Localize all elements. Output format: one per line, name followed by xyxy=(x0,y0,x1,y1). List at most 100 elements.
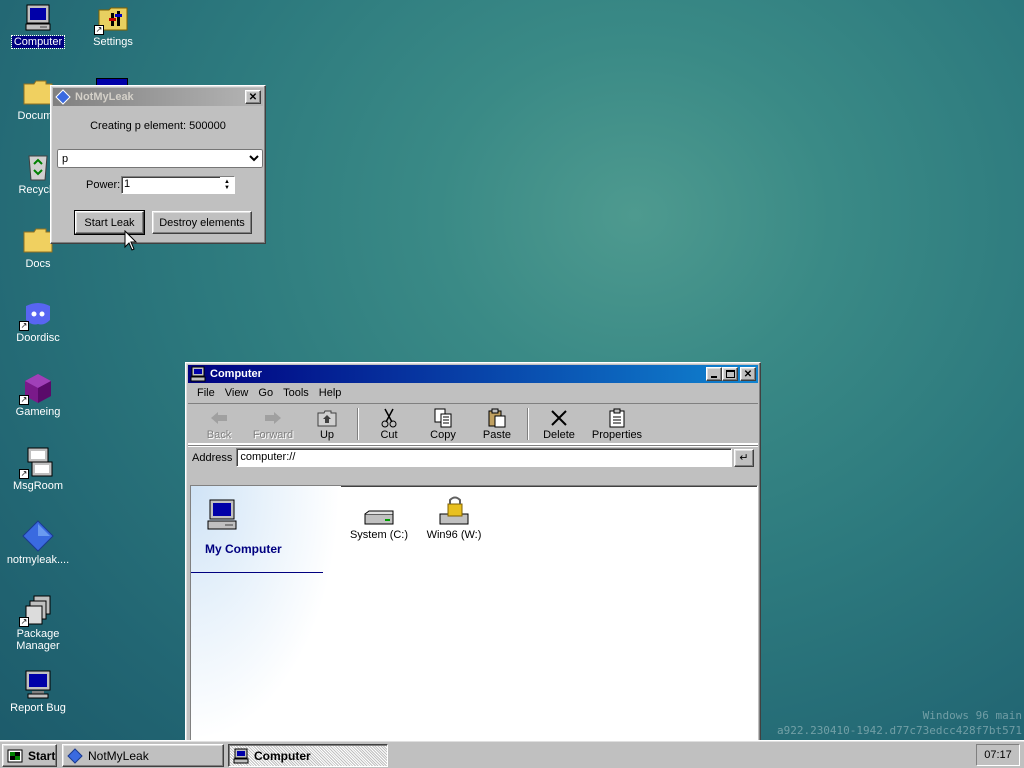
maximize-icon xyxy=(725,370,735,378)
diamond-icon xyxy=(55,89,71,105)
properties-label: Properties xyxy=(591,429,643,441)
properties-button[interactable]: Properties xyxy=(586,406,648,442)
notmyleak-titlebar[interactable]: NotMyLeak ✕ xyxy=(53,88,263,106)
notmyleak-body: Creating p element: 500000 p Power: 1 ▲ … xyxy=(53,106,263,241)
sidebar-title: My Computer xyxy=(205,542,282,556)
power-stepper[interactable]: 1 ▲ ▼ xyxy=(121,176,235,194)
msgroom-icon: ↗ xyxy=(19,446,54,479)
desktop-icon-report-bug[interactable]: Report Bug xyxy=(0,668,76,714)
menu-file[interactable]: File xyxy=(192,385,220,401)
start-icon xyxy=(7,748,23,764)
diamond-icon xyxy=(67,747,83,764)
go-button[interactable]: ↵ xyxy=(734,448,754,467)
taskbar-item-label: NotMyLeak xyxy=(88,748,149,763)
toolbar: Back Forward Up Cut Copy Paste Delete Pr… xyxy=(188,403,758,445)
paste-icon xyxy=(487,407,507,429)
menu-tools[interactable]: Tools xyxy=(278,385,314,401)
monitor-icon xyxy=(22,668,54,700)
forward-arrow-icon xyxy=(263,407,283,429)
destroy-elements-button[interactable]: Destroy elements xyxy=(152,211,252,234)
file-view: My Computer System (C:) Win96 (W:) xyxy=(190,485,758,741)
doordisc-icon: ↗ xyxy=(19,298,54,331)
toolbar-separator xyxy=(357,408,359,440)
desktop-icon-settings[interactable]: ↗ Settings xyxy=(75,2,151,48)
mouse-cursor-icon xyxy=(124,229,138,255)
computer-window: Computer ✕ File View Go Tools Help Back … xyxy=(185,362,761,742)
locked-drive-icon xyxy=(419,496,489,526)
drive-win96-w[interactable]: Win96 (W:) xyxy=(419,496,489,541)
taskbar-item-label: Computer xyxy=(254,748,311,763)
close-icon: ✕ xyxy=(248,91,258,103)
computer-icon xyxy=(233,748,249,764)
element-type-select[interactable]: p xyxy=(57,149,263,168)
forward-label: Forward xyxy=(252,429,294,441)
address-bar: Address computer:// ↵ xyxy=(188,445,758,469)
menu-help[interactable]: Help xyxy=(314,385,347,401)
drive-system-c[interactable]: System (C:) xyxy=(344,496,414,541)
sidebar-panel: My Computer xyxy=(191,486,341,740)
desktop-icon-notmyleak[interactable]: notmyleak.... xyxy=(0,520,76,566)
desktop-icon-msgroom[interactable]: ↗ MsgRoom xyxy=(0,446,76,492)
delete-label: Delete xyxy=(543,429,575,441)
taskbar: Start NotMyLeak Computer 07:17 xyxy=(0,740,1024,768)
hard-drive-icon xyxy=(344,496,414,526)
copy-button[interactable]: Copy xyxy=(416,406,470,442)
desktop-icon-computer[interactable]: Computer xyxy=(0,2,76,49)
menu-go[interactable]: Go xyxy=(253,385,278,401)
paste-button[interactable]: Paste xyxy=(470,406,524,442)
scissors-icon xyxy=(380,407,398,429)
minimize-button[interactable] xyxy=(706,367,722,381)
start-label: Start xyxy=(28,748,56,763)
back-button[interactable]: Back xyxy=(192,406,246,442)
diamond-icon xyxy=(22,520,54,552)
up-folder-icon xyxy=(317,407,337,429)
computer-icon xyxy=(22,2,54,34)
close-button[interactable]: ✕ xyxy=(740,367,756,381)
computer-icon xyxy=(190,366,206,382)
menu-view[interactable]: View xyxy=(220,385,254,401)
stepper-arrows[interactable]: ▲ ▼ xyxy=(220,177,234,193)
taskbar-item-computer[interactable]: Computer xyxy=(228,744,388,767)
minimize-icon xyxy=(711,376,717,378)
address-input[interactable]: computer:// xyxy=(236,448,732,467)
leak-status-text: Creating p element: 500000 xyxy=(90,120,226,132)
paste-label: Paste xyxy=(482,429,512,441)
up-label: Up xyxy=(319,429,335,441)
taskbar-item-notmyleak[interactable]: NotMyLeak xyxy=(62,744,224,767)
clock[interactable]: 07:17 xyxy=(976,744,1020,766)
start-button[interactable]: Start xyxy=(2,744,57,767)
drive-label: System (C:) xyxy=(349,529,409,541)
maximize-button[interactable] xyxy=(722,367,738,381)
properties-icon xyxy=(608,407,626,429)
address-label: Address xyxy=(192,451,233,464)
stepper-down-icon[interactable]: ▼ xyxy=(224,185,230,191)
desktop-icon-doordisc[interactable]: ↗ Doordisc xyxy=(0,298,76,344)
copy-icon xyxy=(433,407,453,429)
watermark-line-1: Windows 96 main xyxy=(922,709,1022,722)
delete-icon xyxy=(550,407,568,429)
close-icon: ✕ xyxy=(743,368,753,380)
desktop-icon-package-manager[interactable]: ↗ Package Manager xyxy=(0,594,76,652)
my-computer-icon xyxy=(205,498,239,535)
forward-button[interactable]: Forward xyxy=(246,406,300,442)
window-title: NotMyLeak xyxy=(75,91,134,103)
drive-label: Win96 (W:) xyxy=(426,529,482,541)
cut-button[interactable]: Cut xyxy=(362,406,416,442)
window-title: Computer xyxy=(210,368,262,380)
menu-bar: File View Go Tools Help xyxy=(188,383,758,403)
settings-icon: ↗ xyxy=(94,2,129,35)
desktop-icon-gameing[interactable]: ↗ Gameing xyxy=(0,372,76,418)
package-icon: ↗ xyxy=(19,594,54,627)
cut-label: Cut xyxy=(380,429,398,441)
notmyleak-window: NotMyLeak ✕ Creating p element: 500000 p… xyxy=(50,85,266,244)
delete-button[interactable]: Delete xyxy=(532,406,586,442)
copy-label: Copy xyxy=(430,429,456,441)
up-button[interactable]: Up xyxy=(300,406,354,442)
build-watermark: Windows 96 main a922.230410-1942.d77c73e… xyxy=(777,708,1022,738)
close-button[interactable]: ✕ xyxy=(245,90,261,104)
back-label: Back xyxy=(206,429,232,441)
watermark-line-2: a922.230410-1942.d77c73edcc428f7bt571 xyxy=(776,724,1022,737)
power-value[interactable]: 1 xyxy=(122,177,220,193)
computer-titlebar[interactable]: Computer ✕ xyxy=(188,365,758,383)
cube-icon: ↗ xyxy=(19,372,54,405)
